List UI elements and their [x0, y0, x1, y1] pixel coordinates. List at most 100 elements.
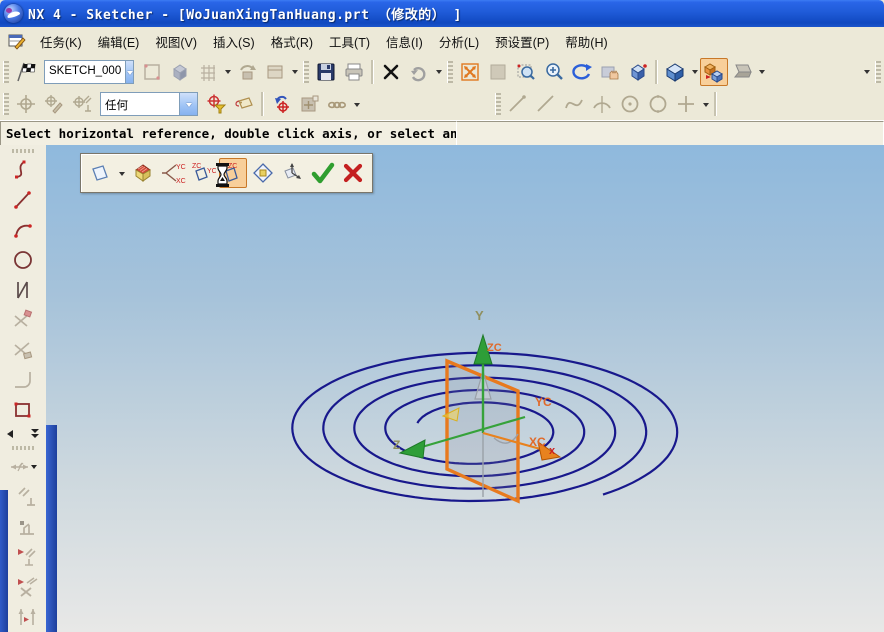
face-select-button[interactable]: [129, 158, 157, 188]
alternate-solution-button[interactable]: [11, 603, 43, 631]
toolbar-grip[interactable]: [303, 61, 309, 83]
filter-funnel-icon: [205, 93, 227, 115]
print-button[interactable]: [340, 58, 368, 86]
selection-filter-button[interactable]: [202, 90, 230, 118]
point-tool-button[interactable]: [672, 90, 700, 118]
csys-plane-arrows-button[interactable]: [279, 158, 307, 188]
shaded-view-dropdown[interactable]: [689, 59, 700, 85]
zoom-box-button[interactable]: [512, 58, 540, 86]
shaded-view-button[interactable]: [661, 58, 689, 86]
rotate-view-button[interactable]: [568, 58, 596, 86]
arc-tool-button[interactable]: [588, 90, 616, 118]
ok-button[interactable]: [309, 158, 337, 188]
rectangle-sketch-button[interactable]: [7, 396, 39, 424]
toolbar-grip[interactable]: [3, 93, 9, 115]
sketch-name-combo-arrow[interactable]: [125, 61, 133, 83]
menu-format[interactable]: 格式(R): [263, 28, 321, 55]
selection-overflow-dropdown[interactable]: [351, 91, 362, 117]
menu-preferences[interactable]: 预设置(P): [487, 28, 557, 55]
overflow-more-icon[interactable]: [29, 428, 41, 440]
undo-button[interactable]: [405, 58, 433, 86]
dimension-button[interactable]: [7, 453, 39, 481]
menu-insert[interactable]: 插入(S): [205, 28, 263, 55]
reattach-button[interactable]: [267, 90, 295, 118]
sketch-name-combo[interactable]: SKETCH_000: [44, 60, 134, 84]
menu-tools[interactable]: 工具(T): [321, 28, 378, 55]
sidebar-grip[interactable]: [12, 149, 34, 153]
sidebar-grip[interactable]: [12, 446, 34, 450]
grid-dropdown[interactable]: [222, 59, 233, 85]
window-title: NX 4 - Sketcher - [WoJuanXingTanHuang.pr…: [28, 4, 462, 23]
named-views-icon: [264, 61, 286, 83]
circle-sketch-button[interactable]: [7, 246, 39, 274]
named-views-button[interactable]: [261, 58, 289, 86]
fit-view-button[interactable]: [456, 58, 484, 86]
menu-analysis[interactable]: 分析(L): [431, 28, 487, 55]
status-field: [457, 121, 884, 146]
finish-sketch-button[interactable]: [12, 58, 40, 86]
toolbar-grip[interactable]: [3, 61, 9, 83]
toolbar-overflow-dropdown[interactable]: [861, 59, 872, 85]
sketch-grid-button[interactable]: [194, 58, 222, 86]
menu-help[interactable]: 帮助(H): [557, 28, 615, 55]
zoom-in-out-button[interactable]: [540, 58, 568, 86]
snap-perpendicular-button[interactable]: [68, 90, 96, 118]
circle-tool-button[interactable]: [644, 90, 672, 118]
selection-filter-combo[interactable]: 任何: [100, 92, 198, 116]
profile-tool-button[interactable]: [7, 156, 39, 184]
view-placeholder-button[interactable]: [484, 58, 512, 86]
chain-select-button[interactable]: [323, 90, 351, 118]
derived-lines-button[interactable]: [7, 276, 39, 304]
csys-tool-button[interactable]: [295, 90, 323, 118]
delete-button[interactable]: [377, 58, 405, 86]
spline-tool-button[interactable]: [560, 90, 588, 118]
plane-zc-button[interactable]: ZC YC: [189, 158, 217, 188]
undo-dropdown[interactable]: [433, 59, 444, 85]
scene-svg[interactable]: [46, 145, 884, 632]
pan-view-button[interactable]: [596, 58, 624, 86]
fillet-button[interactable]: [7, 366, 39, 394]
overflow-left-icon[interactable]: [5, 429, 15, 439]
menu-task[interactable]: 任务(K): [32, 28, 90, 55]
selection-filter-combo-arrow[interactable]: [179, 93, 197, 115]
graphics-viewport[interactable]: Y ZC Z YC XC x: [46, 145, 884, 632]
show-constraints-button[interactable]: [11, 543, 43, 571]
menu-view[interactable]: 视图(V): [147, 28, 205, 55]
display-mode-dropdown[interactable]: [756, 59, 767, 85]
views-overflow-dropdown[interactable]: [289, 59, 300, 85]
display-mode-button[interactable]: [728, 58, 756, 86]
menu-edit[interactable]: 编辑(E): [90, 28, 148, 55]
curves-overflow-dropdown[interactable]: [700, 91, 711, 117]
update-model-button[interactable]: [166, 58, 194, 86]
quick-extend-button[interactable]: [7, 336, 39, 364]
wireframe-mode-button[interactable]: [700, 58, 728, 86]
menu-information[interactable]: 信息(I): [378, 28, 431, 55]
snap-point-button[interactable]: [12, 90, 40, 118]
line-sketch-button[interactable]: [7, 186, 39, 214]
tag-note-button[interactable]: [230, 90, 258, 118]
grid-icon: [197, 61, 219, 83]
toolbar-grip[interactable]: [495, 93, 501, 115]
snap-point-edit-button[interactable]: [40, 90, 68, 118]
line-tool-button[interactable]: [532, 90, 560, 118]
save-button[interactable]: [312, 58, 340, 86]
perspective-view-button[interactable]: [624, 58, 652, 86]
csys-axes-button[interactable]: YC XC: [159, 158, 187, 188]
quick-trim-button[interactable]: [7, 306, 39, 334]
parallel-perpendicular-button[interactable]: [11, 483, 43, 511]
orient-view-button[interactable]: [233, 58, 261, 86]
task-environment-icon[interactable]: [6, 31, 28, 51]
arc-sketch-button[interactable]: [7, 216, 39, 244]
remove-constraints-button[interactable]: [11, 573, 43, 601]
constraints-button[interactable]: [11, 513, 43, 541]
plane-select-dropdown[interactable]: [116, 160, 127, 186]
title-bar[interactable]: NX 4 - Sketcher - [WoJuanXingTanHuang.pr…: [0, 0, 884, 27]
toolbar-grip[interactable]: [447, 61, 453, 83]
toolbar-grip[interactable]: [875, 61, 881, 83]
circle-center-tool-button[interactable]: [616, 90, 644, 118]
display-sketch-button[interactable]: [138, 58, 166, 86]
cancel-button[interactable]: [339, 158, 367, 188]
plane-select-button[interactable]: [86, 158, 114, 188]
datum-plane-button[interactable]: [249, 158, 277, 188]
line-point-tool-button[interactable]: [504, 90, 532, 118]
